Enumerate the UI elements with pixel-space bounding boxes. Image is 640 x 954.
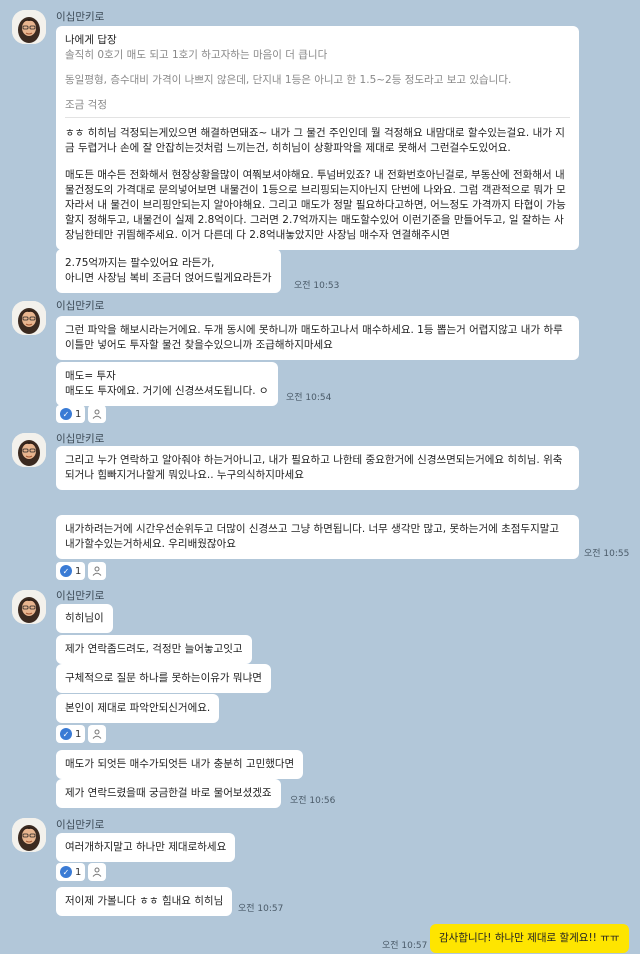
reply-message-bubble[interactable]: 나에게 답장 솔직히 0호기 매도 되고 1호기 하고자하는 마음이 더 큽니다… bbox=[56, 26, 579, 250]
message-bubble[interactable]: 제가 연락좀드려도, 걱정만 늘어놓고잇고 bbox=[56, 635, 252, 664]
check-icon: ✓ bbox=[60, 866, 72, 878]
check-icon: ✓ bbox=[60, 728, 72, 740]
message-bubble[interactable]: 제가 연락드렸을때 궁금한걸 바로 물어보셨겠죠 bbox=[56, 779, 281, 808]
avatar[interactable] bbox=[12, 433, 46, 467]
read-check-reaction[interactable]: ✓ 1 bbox=[56, 725, 86, 743]
profile-avatar-icon bbox=[12, 301, 46, 335]
reply-quote: 솔직히 0호기 매도 되고 1호기 하고자하는 마음이 더 큽니다 동일평형, … bbox=[65, 48, 570, 113]
profile-avatar-icon bbox=[12, 818, 46, 852]
message-time: 오전 10:53 bbox=[294, 281, 340, 291]
message-bubble[interactable]: 저이제 가볼니다 ㅎㅎ 힘내요 히히님 bbox=[56, 887, 233, 916]
reply-body: ㅎㅎ 히히님 걱정되는게있으면 해결하면돼죠~ 내가 그 물건 주인인데 뭘 걱… bbox=[65, 126, 570, 243]
reply-paragraph: ㅎㅎ 히히님 걱정되는게있으면 해결하면돼죠~ 내가 그 물건 주인인데 뭘 걱… bbox=[65, 127, 565, 154]
reaction-bar: ✓ 1 bbox=[56, 562, 107, 580]
message-bubble[interactable]: 내가하려는거에 시간우선순위두고 더많이 신경쓰고 그냥 하면됩니다. 너무 생… bbox=[56, 515, 579, 559]
message-time: 오전 10:54 bbox=[286, 393, 332, 403]
message-bubble[interactable]: 그리고 누가 연락하고 알아줘야 하는거아니고, 내가 필요하고 나한테 중요한… bbox=[56, 446, 579, 490]
check-icon: ✓ bbox=[60, 565, 72, 577]
message-time: 오전 10:55 bbox=[584, 549, 630, 559]
person-icon[interactable] bbox=[88, 562, 107, 580]
reply-header: 나에게 답장 bbox=[65, 34, 117, 46]
reaction-count: 1 bbox=[75, 565, 82, 577]
reaction-count: 1 bbox=[75, 408, 82, 420]
my-message-bubble[interactable]: 감사합니다! 하나만 제대로 할게요!! ㅠㅠ bbox=[430, 924, 629, 953]
reaction-bar: ✓ 1 bbox=[56, 863, 107, 881]
check-icon: ✓ bbox=[60, 408, 72, 420]
profile-avatar-icon bbox=[12, 590, 46, 624]
reaction-bar: ✓ 1 bbox=[56, 725, 107, 743]
read-check-reaction[interactable]: ✓ 1 bbox=[56, 562, 86, 580]
avatar[interactable] bbox=[12, 590, 46, 624]
person-icon[interactable] bbox=[88, 863, 107, 881]
message-bubble[interactable]: 히히님이 bbox=[56, 604, 113, 633]
message-bubble[interactable]: 본인이 제대로 파악안되신거에요. bbox=[56, 694, 220, 723]
avatar[interactable] bbox=[12, 818, 46, 852]
reaction-count: 1 bbox=[75, 866, 82, 878]
message-bubble[interactable]: 2.75억까지는 팔수있어요 라든가, 아니면 사장님 복비 조금더 얹어드릴게… bbox=[56, 249, 281, 293]
avatar[interactable] bbox=[12, 10, 46, 44]
reaction-bar: ✓ 1 bbox=[56, 405, 107, 423]
sender-name: 이십만키로 bbox=[56, 819, 105, 831]
message-bubble[interactable]: 구체적으로 질문 하나를 못하는이유가 뭐냐면 bbox=[56, 664, 271, 693]
quote-line: 솔직히 0호기 매도 되고 1호기 하고자하는 마음이 더 큽니다 bbox=[65, 49, 328, 61]
message-time: 오전 10:57 bbox=[238, 904, 284, 914]
quote-line: 동일평형, 층수대비 가격이 나쁘지 않은데, 단지내 1등은 아니고 한 1.… bbox=[65, 74, 512, 86]
reply-divider bbox=[65, 117, 570, 118]
sender-name: 이십만키로 bbox=[56, 11, 105, 23]
sender-name: 이십만키로 bbox=[56, 300, 105, 312]
person-icon[interactable] bbox=[88, 405, 107, 423]
sender-name: 이십만키로 bbox=[56, 590, 105, 602]
read-check-reaction[interactable]: ✓ 1 bbox=[56, 863, 86, 881]
reply-paragraph: 매도든 매수든 전화해서 현장상황을많이 여쭤보셔야해요. 투넘버있죠? 내 전… bbox=[65, 169, 566, 241]
message-bubble[interactable]: 여러개하지말고 하나만 제대로하세요 bbox=[56, 833, 236, 862]
person-icon[interactable] bbox=[88, 725, 107, 743]
read-check-reaction[interactable]: ✓ 1 bbox=[56, 405, 86, 423]
profile-avatar-icon bbox=[12, 10, 46, 44]
reaction-count: 1 bbox=[75, 728, 82, 740]
message-time: 오전 10:56 bbox=[290, 796, 336, 806]
profile-avatar-icon bbox=[12, 433, 46, 467]
avatar[interactable] bbox=[12, 301, 46, 335]
message-bubble[interactable]: 매도가 되엇든 매수가되엇든 내가 충분히 고민했다면 bbox=[56, 750, 304, 779]
my-message-time: 오전 10:57 bbox=[382, 941, 428, 951]
sender-name: 이십만키로 bbox=[56, 433, 105, 445]
message-bubble[interactable]: 그런 파악을 해보시라는거에요. 두개 동시에 못하니까 매도하고나서 매수하세… bbox=[56, 316, 579, 360]
message-bubble[interactable]: 매도= 투자 매도도 투자에요. 거기에 신경쓰셔도됩니다. ㅇ bbox=[56, 362, 278, 406]
quote-line: 조금 걱정 bbox=[65, 99, 107, 111]
